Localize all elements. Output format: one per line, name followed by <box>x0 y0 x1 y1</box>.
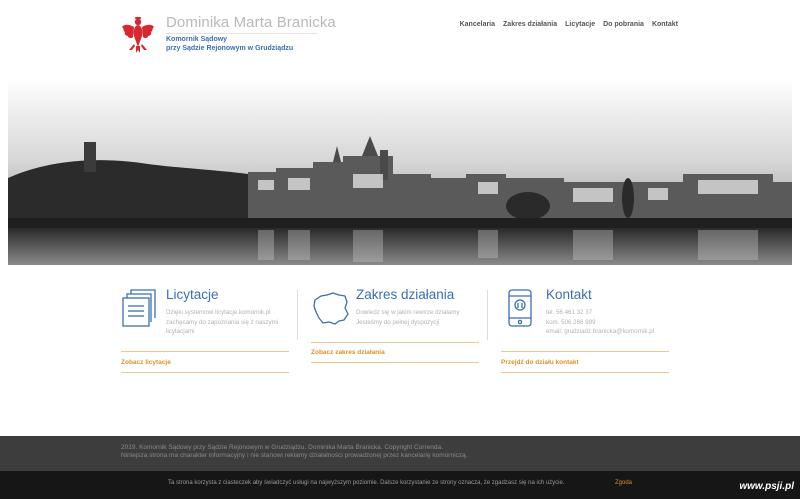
column-title-kontakt[interactable]: Kontakt <box>546 287 592 302</box>
poland-map-icon <box>313 292 349 325</box>
column-line-top <box>121 351 289 352</box>
text-line: Dowiedz się w jakim rewirze działamy. <box>356 309 461 316</box>
column-title-zakres-dzialania[interactable]: Zakres działania <box>356 287 454 302</box>
cookie-bar: Ta strona korzysta z ciasteczek aby świa… <box>0 471 800 499</box>
watermark: www.psji.pl <box>739 481 794 492</box>
column-kontakt: Kontakt tel. 56 461 32 37 kom. 506 266 9… <box>501 284 671 379</box>
eagle-icon[interactable] <box>121 14 155 54</box>
column-divider <box>297 290 298 340</box>
hero-cityscape-image <box>8 78 792 265</box>
column-text-zakres-dzialania: Dowiedz się w jakim rewirze działamy. Je… <box>356 308 480 327</box>
column-text-licytacje: Dzięki systemowi licytacje.komornik.pl z… <box>166 308 290 337</box>
email-address[interactable]: email: grudziadz.branicka@komornik.pl <box>546 327 670 337</box>
title-divider <box>166 33 318 34</box>
go-to-contact-link[interactable]: Przejdź do działu kontakt <box>501 359 579 366</box>
cookie-message: Ta strona korzysta z ciasteczek aby świa… <box>168 480 565 486</box>
site-header: Dominika Marta Branicka Komornik Sądowy … <box>0 0 800 78</box>
phone-number[interactable]: tel. 56 461 32 37 <box>546 308 670 318</box>
text-line: Jesteśmy do pełnej dyspozycji <box>356 318 440 326</box>
phone-icon <box>508 289 532 327</box>
site-title[interactable]: Dominika Marta Branicka <box>166 14 336 31</box>
nav-item-zakres-dzialania[interactable]: Zakres działania <box>503 21 557 28</box>
mobile-number[interactable]: kom. 506 266 999 <box>546 318 670 328</box>
see-auctions-link[interactable]: Zobacz licytacje <box>121 359 171 366</box>
see-scope-link[interactable]: Zobacz zakres działania <box>311 349 385 356</box>
column-title-licytacje[interactable]: Licytacje <box>166 287 219 302</box>
text-line: zachęcamy do zapoznania się z naszymi <box>166 318 279 326</box>
column-licytacje: Licytacje Dzięki systemowi licytacje.kom… <box>121 284 291 379</box>
column-zakres-dzialania: Zakres działania Dowiedz się w jakim rew… <box>311 284 481 379</box>
cookie-accept-button[interactable]: Zgoda <box>615 480 632 486</box>
site-subtitle-line2: przy Sądzie Rejonowym w Grudziądzu <box>166 45 294 52</box>
main-nav: Kancelaria Zakres działania Licytacje Do… <box>460 21 678 28</box>
text-line: licytacjami <box>166 328 195 335</box>
column-line-top <box>501 351 669 352</box>
disclaimer-text: Niniejsza strona ma charakter informacyj… <box>121 452 468 459</box>
column-divider <box>487 290 488 340</box>
column-line-bottom <box>501 372 669 373</box>
copyright-text: 2019. Komornik Sądowy przy Sądzie Rejono… <box>121 444 443 451</box>
site-subtitle-line1: Komornik Sądowy <box>166 36 228 43</box>
column-line-top <box>311 342 479 343</box>
text-line: Dzięki systemowi licytacje.komornik.pl <box>166 309 271 316</box>
documents-icon <box>122 289 156 327</box>
nav-item-kancelaria[interactable]: Kancelaria <box>460 21 495 28</box>
column-text-kontakt: tel. 56 461 32 37 kom. 506 266 999 email… <box>546 308 670 337</box>
nav-item-kontakt[interactable]: Kontakt <box>652 21 678 28</box>
column-line-bottom <box>311 362 479 363</box>
nav-item-licytacje[interactable]: Licytacje <box>565 21 595 28</box>
nav-item-do-pobrania[interactable]: Do pobrania <box>603 21 644 28</box>
column-line-bottom <box>121 372 289 373</box>
